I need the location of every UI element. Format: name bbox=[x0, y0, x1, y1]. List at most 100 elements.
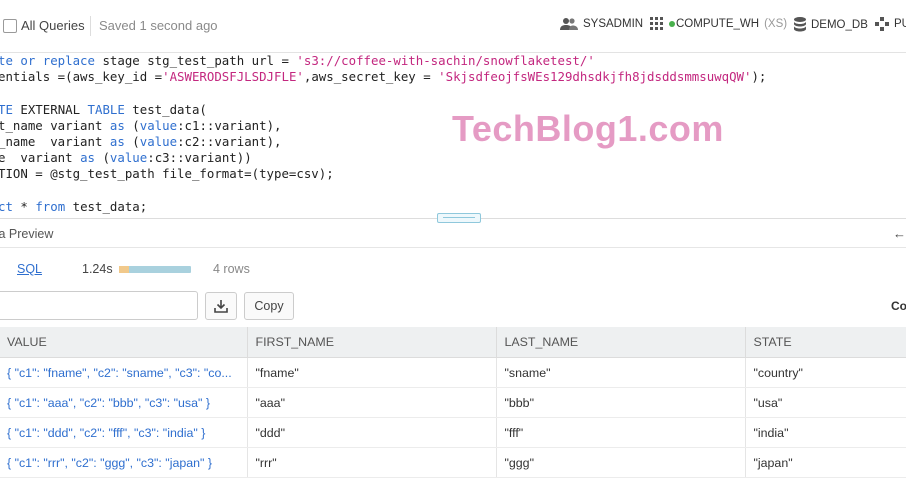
code-text: e variant bbox=[0, 150, 81, 166]
code-text: ( bbox=[102, 150, 110, 166]
code-string: 'SkjsdfeojfsWEs129dhsdkjfh8jdsddsmmsuwqQ… bbox=[438, 69, 752, 85]
database-selector[interactable]: DEMO_DB bbox=[794, 17, 868, 32]
code-line: entials =(aws_key_id ='ASWERODSFJLSDJFLE… bbox=[0, 69, 766, 84]
table-cell: "country" bbox=[745, 357, 906, 388]
code-text: entials =(aws_key_id = bbox=[0, 69, 163, 85]
code-keyword: TE bbox=[0, 101, 21, 117]
code-keyword: value bbox=[139, 134, 178, 149]
schema-selector[interactable]: PU bbox=[875, 17, 906, 31]
results-filter-input[interactable] bbox=[0, 291, 198, 320]
table-cell: "ggg" bbox=[496, 447, 746, 478]
download-icon bbox=[206, 293, 236, 319]
database-icon bbox=[794, 17, 806, 32]
table-row[interactable]: { "c1": "fname", "c2": "sname", "c3": "c… bbox=[0, 357, 906, 388]
table-cell: { "c1": "rrr", "c2": "ggg", "c3": "japan… bbox=[0, 447, 248, 478]
columns-toggle-label[interactable]: Co bbox=[891, 299, 906, 313]
column-header[interactable]: FIRST_NAME bbox=[247, 327, 497, 358]
table-row[interactable]: { "c1": "aaa", "c2": "bbb", "c3": "usa" … bbox=[0, 387, 906, 418]
code-text: :c2::variant), bbox=[177, 134, 282, 149]
table-cell: "aaa" bbox=[247, 387, 497, 418]
table-row[interactable]: { "c1": "ddd", "c2": "fff", "c3": "india… bbox=[0, 417, 906, 448]
table-cell: "fff" bbox=[496, 417, 746, 448]
code-text: * bbox=[20, 198, 36, 214]
table-cell: "fname" bbox=[247, 357, 497, 388]
watermark-text: TechBlog1.com bbox=[452, 108, 724, 149]
sql-tab-link[interactable]: SQL bbox=[17, 262, 42, 276]
code-text: t_name variant bbox=[0, 117, 110, 133]
all-queries-checkbox[interactable] bbox=[3, 19, 17, 33]
code-keyword: TABLE bbox=[87, 101, 133, 117]
data-preview-title: ta Preview bbox=[0, 227, 54, 241]
database-label: DEMO_DB bbox=[811, 18, 868, 31]
code-line: TION = @stg_test_path file_format=(type=… bbox=[0, 166, 334, 181]
code-text: TION = @stg_test_path file_format=(type=… bbox=[0, 166, 334, 182]
arrow-left-icon[interactable]: ← bbox=[893, 226, 906, 241]
results-table: VALUE FIRST_NAME LAST_NAME STATE { "c1": "f… bbox=[0, 327, 906, 478]
code-line: ct * from test_data; bbox=[0, 199, 147, 214]
code-keyword: as bbox=[109, 117, 133, 133]
duration-bar-compile-segment bbox=[119, 266, 130, 273]
table-cell: "usa" bbox=[745, 387, 906, 418]
code-line: e variant as (value:c3::variant)) bbox=[0, 150, 252, 165]
code-string: 'ASWERODSFJLSDJFLE' bbox=[162, 69, 304, 85]
worksheet-toolbar: All Queries Saved 1 second ago SYSADMIN … bbox=[0, 0, 906, 53]
warehouse-status-dot bbox=[669, 21, 675, 27]
table-cell: "japan" bbox=[745, 447, 906, 478]
code-text: :c1::variant), bbox=[177, 117, 282, 133]
warehouse-selector[interactable]: COMPUTE_WH (XS) bbox=[650, 17, 787, 31]
code-keyword: as bbox=[109, 134, 133, 149]
table-cell: { "c1": "fname", "c2": "sname", "c3": "c… bbox=[0, 357, 248, 388]
code-text: EXTERNAL bbox=[20, 101, 88, 117]
schema-icon bbox=[875, 17, 889, 31]
role-selector[interactable]: SYSADMIN bbox=[560, 17, 643, 31]
warehouse-label: COMPUTE_WH bbox=[676, 18, 760, 30]
code-keyword: value bbox=[109, 150, 148, 166]
schema-label: PU bbox=[894, 18, 906, 30]
query-duration: 1.24s bbox=[82, 262, 113, 276]
table-cell: "ddd" bbox=[247, 417, 497, 448]
table-cell: "sname" bbox=[496, 357, 746, 388]
toolbar-divider bbox=[90, 16, 91, 36]
code-text: ( bbox=[132, 134, 140, 149]
code-keyword: value bbox=[139, 117, 178, 133]
copy-button[interactable]: Copy bbox=[244, 292, 294, 320]
code-text: test_data; bbox=[72, 198, 148, 214]
table-cell: { "c1": "aaa", "c2": "bbb", "c3": "usa" … bbox=[0, 387, 248, 418]
code-line: _name variant as (value:c2::variant), bbox=[0, 134, 282, 149]
code-line: te or replace stage stg_test_path url = … bbox=[0, 53, 595, 68]
code-keyword: ct bbox=[0, 198, 21, 214]
duration-bar bbox=[119, 266, 191, 273]
column-header[interactable]: VALUE bbox=[0, 327, 248, 358]
download-button[interactable] bbox=[205, 292, 237, 320]
code-text: _name variant bbox=[0, 134, 110, 149]
code-line: t_name variant as (value:c1::variant), bbox=[0, 118, 282, 133]
code-text: stage stg_test_path url = bbox=[102, 53, 297, 68]
code-text: :c3::variant)) bbox=[147, 150, 252, 166]
saved-status: Saved 1 second ago bbox=[99, 18, 218, 33]
code-keyword: te or replace bbox=[0, 53, 103, 68]
row-count: 4 rows bbox=[213, 262, 250, 276]
warehouse-grid-icon bbox=[650, 17, 664, 31]
all-queries-label[interactable]: All Queries bbox=[21, 18, 85, 33]
table-cell: "rrr" bbox=[247, 447, 497, 478]
code-keyword: as bbox=[80, 150, 103, 166]
code-text: ); bbox=[751, 69, 767, 85]
users-icon bbox=[560, 17, 578, 31]
table-cell: { "c1": "ddd", "c2": "fff", "c3": "india… bbox=[0, 417, 248, 448]
table-cell: "india" bbox=[745, 417, 906, 448]
table-row[interactable]: { "c1": "rrr", "c2": "ggg", "c3": "japan… bbox=[0, 447, 906, 478]
role-label: SYSADMIN bbox=[583, 18, 644, 30]
code-keyword: from bbox=[35, 198, 73, 214]
code-text: ( bbox=[132, 117, 140, 133]
code-text: ,aws_secret_key = bbox=[303, 69, 439, 85]
column-header[interactable]: STATE bbox=[745, 327, 906, 358]
query-stats: SQL 1.24s 4 rows bbox=[0, 255, 906, 283]
warehouse-size: (XS) bbox=[764, 18, 788, 30]
results-header: ta Preview ← bbox=[0, 221, 906, 248]
code-string: 's3://coffee-with-sachin/snowflaketest/' bbox=[296, 53, 595, 68]
column-header[interactable]: LAST_NAME bbox=[496, 327, 746, 358]
table-header-row: VALUE FIRST_NAME LAST_NAME STATE bbox=[0, 327, 906, 358]
code-text: test_data( bbox=[132, 101, 207, 117]
table-cell: "bbb" bbox=[496, 387, 746, 418]
code-line: TE EXTERNAL TABLE test_data( bbox=[0, 102, 207, 117]
